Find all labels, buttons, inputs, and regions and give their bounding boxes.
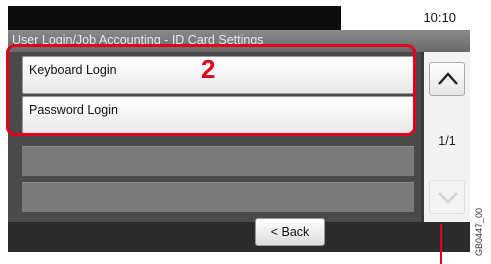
footer-bar [8,222,470,252]
back-button[interactable]: < Back [255,218,325,246]
figure-code: GB0447_00 [474,207,484,256]
list-item-empty [22,182,414,212]
status-message-area [8,6,341,30]
scroll-up-button[interactable] [429,62,465,96]
callout-number: 2 [201,54,216,84]
page-indicator: 1/1 [438,134,456,148]
scroll-down-button[interactable] [429,180,465,214]
chevron-up-icon [438,72,458,85]
callout-pointer-line [440,224,442,264]
clock: 10:10 [423,10,456,25]
status-bar: 10:10 [8,6,470,30]
list-item-empty [22,146,414,176]
chevron-down-icon [438,192,458,204]
scroll-panel: 1/1 [424,52,470,222]
